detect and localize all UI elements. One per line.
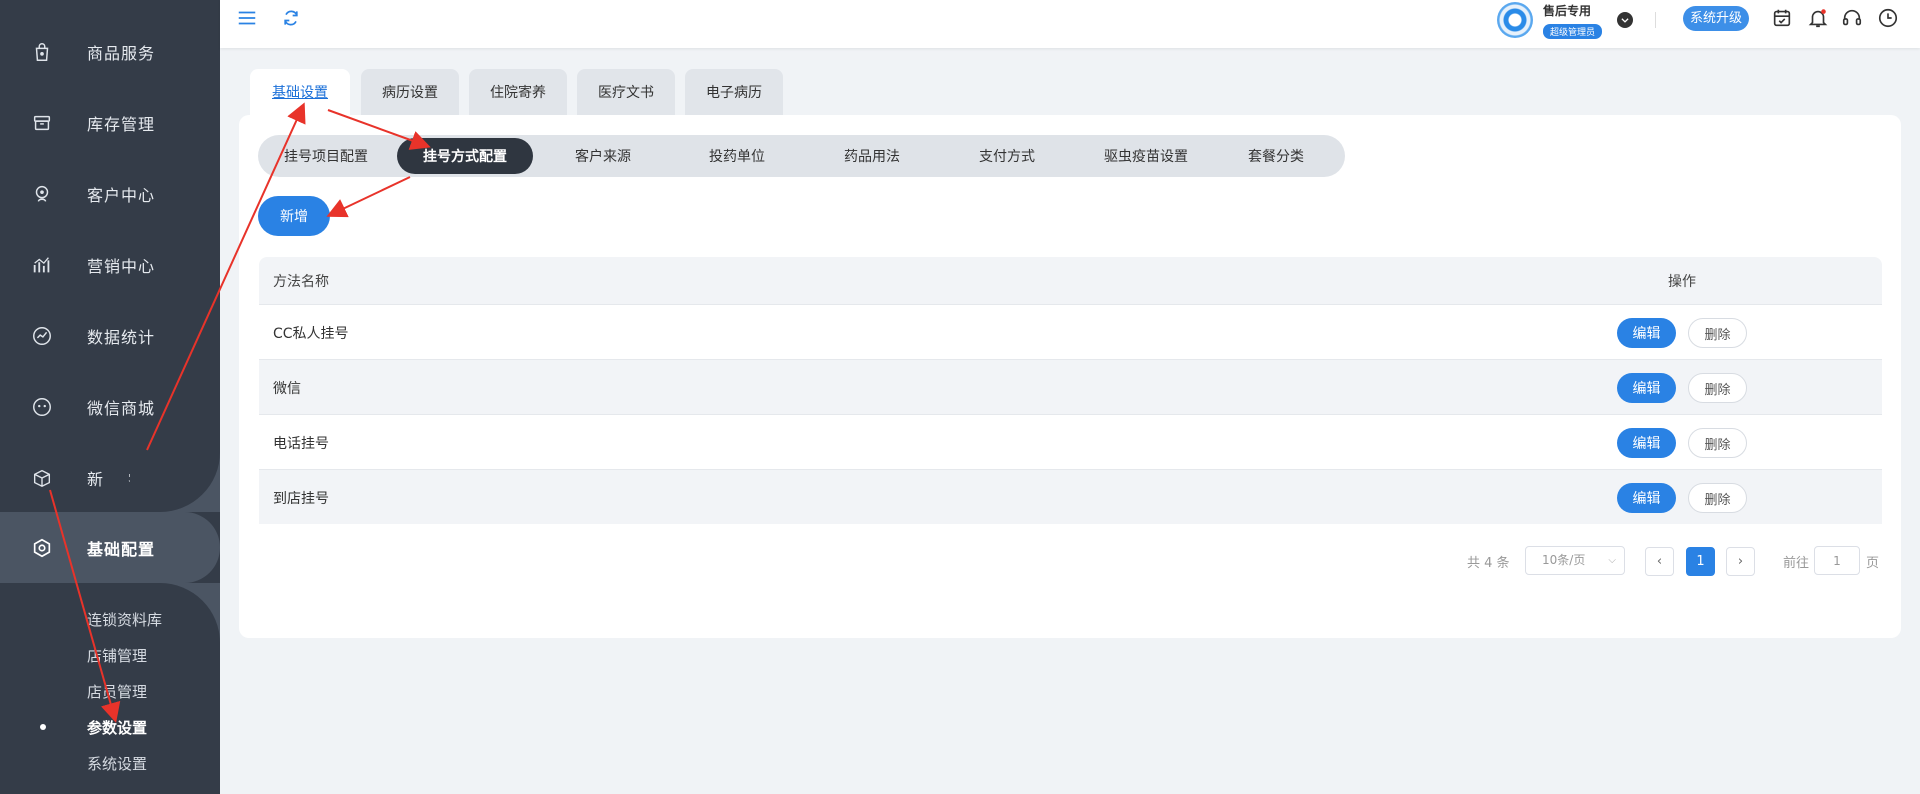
column-header-name: 方法名称 <box>273 274 329 290</box>
user-name: 售后专用 <box>1543 4 1592 18</box>
delete-button[interactable]: 删除 <box>1688 373 1747 403</box>
chevron-down-icon[interactable] <box>1617 12 1633 28</box>
tab-electronic-records[interactable]: 电子病历 <box>685 69 783 115</box>
edit-button[interactable]: 编辑 <box>1617 373 1676 403</box>
sidebar-item-customers[interactable]: 客户中心 <box>0 158 220 229</box>
edit-button[interactable]: 编辑 <box>1617 428 1676 458</box>
table-row: CC私人挂号 编辑 删除 <box>259 304 1882 359</box>
sub-tabs: 挂号项目配置 挂号方式配置 客户来源 投药单位 药品用法 支付方式 驱虫疫苗设置… <box>258 135 1345 177</box>
page-unit-label: 页 <box>1866 556 1880 571</box>
retail-box-icon <box>30 466 54 490</box>
page-size-value: 10条/页 <box>1542 553 1586 567</box>
table-row: 微信 编辑 删除 <box>259 359 1882 414</box>
marketing-icon <box>30 253 54 277</box>
subtab-drug-usage[interactable]: 药品用法 <box>812 135 932 177</box>
user-role-badge: 超级管理员 <box>1543 24 1603 39</box>
bag-icon <box>30 40 54 64</box>
subtab-registration-items[interactable]: 挂号项目配置 <box>266 135 386 177</box>
refresh-icon[interactable] <box>279 6 303 30</box>
sidebar-item-stats[interactable]: 数据统计 <box>0 300 220 371</box>
edit-button[interactable]: 编辑 <box>1617 483 1676 513</box>
calendar-check-icon[interactable] <box>1770 6 1794 30</box>
table-header: 方法名称 操作 <box>259 257 1882 304</box>
method-name: 到店挂号 <box>273 491 329 507</box>
sidebar-item-basic-config[interactable]: 基础配置 <box>0 512 220 583</box>
clock-icon[interactable] <box>1876 6 1900 30</box>
method-name: 电话挂号 <box>273 436 329 452</box>
sidebar-item-label: 数据统计 <box>87 327 156 347</box>
subtab-payment-method[interactable]: 支付方式 <box>947 135 1067 177</box>
settings-hex-icon <box>30 536 54 560</box>
subtab-deworming-vaccine[interactable]: 驱虫疫苗设置 <box>1081 135 1211 177</box>
sidebar-item-marketing[interactable]: 营销中心 <box>0 229 220 300</box>
add-button[interactable]: 新增 <box>258 196 330 236</box>
delete-button[interactable]: 删除 <box>1688 428 1747 458</box>
sidebar-item-inventory[interactable]: 库存管理 <box>0 87 220 158</box>
top-header: 售后专用 超级管理员 系统升级 <box>220 0 1920 48</box>
tab-medical-record-settings[interactable]: 病历设置 <box>361 69 459 115</box>
methods-table: 方法名称 操作 CC私人挂号 编辑 删除 微信 编辑 删除 电话挂号 编辑 删除… <box>259 257 1882 524</box>
avatar[interactable] <box>1497 2 1533 38</box>
wechat-icon <box>30 395 54 419</box>
sub-item-chain-library[interactable]: 连锁资料库 <box>87 609 162 630</box>
pagination-total: 共 4 条 <box>1467 556 1510 571</box>
goto-page-input[interactable] <box>1814 546 1860 575</box>
sub-item-staff-management[interactable]: 店员管理 <box>87 681 147 702</box>
delete-button[interactable]: 删除 <box>1688 318 1747 348</box>
sidebar: 商品服务 库存管理 客户中心 营销中心 数据统计 微信商城 新 零 售 基础配置… <box>0 0 220 794</box>
bell-icon[interactable] <box>1806 6 1830 30</box>
table-row: 电话挂号 编辑 删除 <box>259 414 1882 469</box>
delete-button[interactable]: 删除 <box>1688 483 1747 513</box>
tab-boarding[interactable]: 住院寄养 <box>469 69 567 115</box>
active-indicator-dot <box>40 724 46 730</box>
method-name: 微信 <box>273 381 301 397</box>
sidebar-item-label: 微信商城 <box>87 398 156 418</box>
sidebar-item-label: 营销中心 <box>87 256 156 276</box>
header-divider <box>1655 12 1656 28</box>
next-page-button[interactable]: › <box>1726 547 1755 576</box>
inventory-icon <box>30 111 54 135</box>
sub-item-store-management[interactable]: 店铺管理 <box>87 645 147 666</box>
edit-button[interactable]: 编辑 <box>1617 318 1676 348</box>
system-upgrade-button[interactable]: 系统升级 <box>1683 6 1750 31</box>
chevron-down-icon: ⌵ <box>1608 555 1616 566</box>
prev-page-button[interactable]: ‹ <box>1645 547 1674 576</box>
sub-item-system-settings[interactable]: 系统设置 <box>87 753 147 774</box>
page-size-select[interactable]: 10条/页 ⌵ <box>1525 546 1625 575</box>
sidebar-item-goods[interactable]: 商品服务 <box>0 16 220 87</box>
page-number-button[interactable]: 1 <box>1686 547 1715 576</box>
goto-label: 前往 <box>1783 556 1810 571</box>
sidebar-item-label: 基础配置 <box>87 539 156 559</box>
hamburger-icon[interactable] <box>235 6 259 30</box>
subtab-customer-source[interactable]: 客户来源 <box>543 135 663 177</box>
sidebar-item-label: 库存管理 <box>87 114 156 134</box>
headset-icon[interactable] <box>1840 6 1864 30</box>
subtab-registration-methods[interactable]: 挂号方式配置 <box>397 138 533 174</box>
table-row: 到店挂号 编辑 删除 <box>259 469 1882 524</box>
subtab-dosing-unit[interactable]: 投药单位 <box>677 135 797 177</box>
sidebar-item-label: 客户中心 <box>87 185 156 205</box>
sidebar-item-wechat-mall[interactable]: 微信商城 <box>0 371 220 442</box>
column-header-ops: 操作 <box>1668 274 1696 290</box>
subtab-package-category[interactable]: 套餐分类 <box>1216 135 1336 177</box>
tab-basic-settings[interactable]: 基础设置 <box>250 69 350 115</box>
tab-medical-documents[interactable]: 医疗文书 <box>577 69 675 115</box>
method-name: CC私人挂号 <box>273 326 349 342</box>
sidebar-item-label: 商品服务 <box>87 43 156 63</box>
customer-icon <box>30 182 54 206</box>
sub-item-parameter-settings[interactable]: 参数设置 <box>87 717 147 738</box>
stats-icon <box>30 324 54 348</box>
